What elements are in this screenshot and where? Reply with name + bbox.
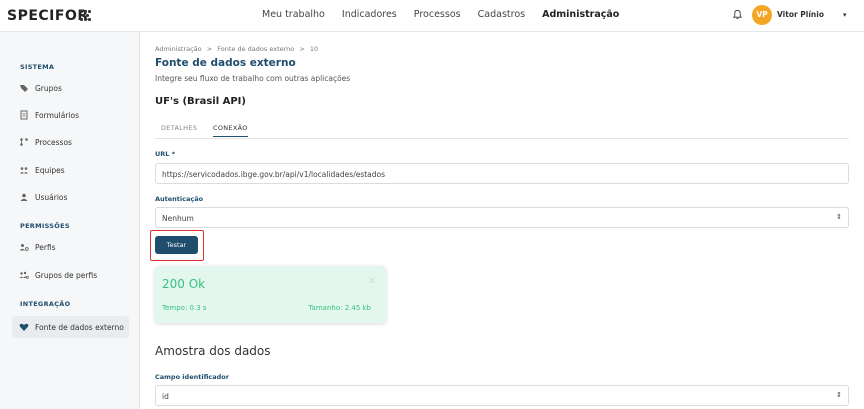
sidebar-item-perfis[interactable]: Perfis [12,236,129,258]
url-label: URL * [155,150,176,158]
nav-indicadores[interactable]: Indicadores [342,9,397,20]
sidebar-item-label: Grupos [35,84,62,93]
sidebar-section-permissoes: PERMISSÕES [20,222,70,230]
breadcrumb-item-fonte[interactable]: Fonte de dados externo [217,45,294,53]
page-title: Fonte de dados externo [155,57,296,69]
sidebar-item-grupos-de-perfis[interactable]: Grupos de perfis [12,264,129,286]
heart-plug-icon [19,322,29,332]
profile-gear-icon [19,242,29,252]
team-icon [19,165,29,175]
sidebar-item-label: Grupos de perfis [35,271,98,280]
bell-icon[interactable] [732,9,743,20]
page-subtitle: Integre seu fluxo de trabalho com outras… [155,74,351,83]
source-name: UF's (Brasil API) [155,96,246,107]
sidebar-item-label: Perfis [35,243,56,252]
nav-cadastros[interactable]: Cadastros [478,9,525,20]
result-status: 200 Ok [162,277,206,291]
flow-icon [19,137,29,147]
sidebar-item-formularios[interactable]: Formulários [12,104,129,126]
result-size: Tamanho: 2.45 kb [308,304,371,312]
url-input[interactable]: https://servicodados.ibge.gov.br/api/v1/… [155,163,849,184]
user-icon [19,192,29,202]
select-arrows-icon: ⇕ [836,213,842,221]
sidebar-item-equipes[interactable]: Equipes [12,159,129,181]
avatar[interactable]: VP [752,5,772,25]
select-arrows-icon: ⇕ [836,391,842,399]
main-nav: Meu trabalho Indicadores Processos Cadas… [262,9,633,20]
top-bar: SPECIFOR Meu trabalho Indicadores Proces… [0,0,864,32]
group-profiles-icon [19,270,29,280]
document-icon [19,110,29,120]
sidebar-section-sistema: SISTEMA [20,63,55,71]
id-field-value: id [162,392,169,401]
sidebar-item-label: Equipes [35,166,65,175]
nav-administracao[interactable]: Administração [542,9,619,20]
auth-value: Nenhum [162,214,194,223]
sidebar-item-label: Processos [35,138,72,147]
id-field-label: Campo identificador [155,373,229,381]
tag-icon [19,83,29,93]
breadcrumb-item-administracao[interactable]: Administração [155,45,202,53]
nav-processos[interactable]: Processos [414,9,461,20]
sidebar-section-integracao: INTEGRAÇÃO [20,300,71,308]
sidebar-item-label: Fonte de dados externo [35,323,124,332]
breadcrumb-separator: > [206,45,213,53]
chevron-down-icon[interactable]: ▾ [843,11,847,19]
sidebar-item-label: Usuários [35,193,68,202]
sidebar-item-grupos[interactable]: Grupos [12,77,129,99]
result-time: Tempo: 0.3 s [162,304,207,312]
test-button-highlight: Testar [150,230,204,261]
id-field-select[interactable]: id ⇕ [155,385,849,406]
sidebar: SISTEMA Grupos Formulários Processos Equ… [0,32,140,409]
tab-bar: DETALHES CONEXÃO [155,121,849,139]
breadcrumb: Administração > Fonte de dados externo >… [155,45,318,53]
test-button[interactable]: Testar [155,236,198,254]
sidebar-item-usuarios[interactable]: Usuários [12,186,129,208]
auth-label: Autenticação [155,195,204,203]
breadcrumb-separator: > [299,45,305,53]
close-icon[interactable]: ✕ [368,276,376,287]
app-logo[interactable]: SPECIFOR [7,8,89,24]
auth-select[interactable]: Nenhum ⇕ [155,207,849,228]
test-result-card: 200 Ok ✕ Tempo: 0.3 s Tamanho: 2.45 kb [155,266,386,323]
url-value: https://servicodados.ibge.gov.br/api/v1/… [162,170,386,179]
sidebar-item-label: Formulários [35,111,79,120]
tab-conexao[interactable]: CONEXÃO [213,124,248,137]
nav-meu-trabalho[interactable]: Meu trabalho [262,9,325,20]
breadcrumb-item-current: 10 [309,45,319,53]
user-name[interactable]: Vitor Plínio [777,10,824,19]
sample-title: Amostra dos dados [155,344,271,358]
sidebar-item-fonte-de-dados-externo[interactable]: Fonte de dados externo [12,316,129,338]
logo-dots-icon [80,10,92,21]
tab-detalhes[interactable]: DETALHES [161,124,197,132]
sidebar-item-processos[interactable]: Processos [12,131,129,153]
